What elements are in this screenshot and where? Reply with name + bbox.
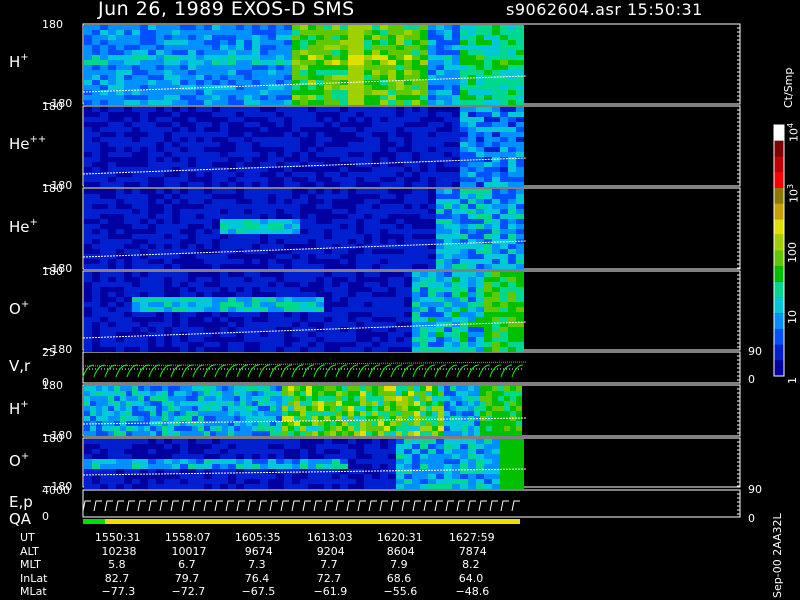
ephem-cell: 10017 bbox=[171, 544, 207, 558]
ephem-cell: 1613:03 bbox=[306, 531, 353, 544]
colorbar-swatch-0 bbox=[774, 360, 784, 376]
ephem-cell: 72.7 bbox=[316, 571, 342, 585]
colorbar-tick-0: 1 bbox=[786, 377, 799, 384]
panel-0-top-tick: 180 bbox=[42, 18, 63, 31]
ephem-cell: 7874 bbox=[458, 544, 487, 558]
ephem-cell: 7.9 bbox=[390, 558, 408, 571]
ephem-cell: 1627:59 bbox=[448, 531, 495, 544]
panel-6-label: O+ bbox=[9, 450, 30, 470]
colorbar-tick-2: 100 bbox=[786, 242, 799, 264]
panel-3-top-tick: 180 bbox=[42, 265, 63, 278]
ep-right-top: 90 bbox=[748, 483, 762, 496]
spectrogram-plot bbox=[82, 23, 785, 524]
panel-1-label: He++ bbox=[9, 134, 47, 153]
panel-7-label: E,p bbox=[9, 492, 33, 511]
colorbar-tick-4: 104 bbox=[786, 122, 800, 143]
panel-7-bottom-tick: 0 bbox=[42, 510, 49, 523]
ephem-label-inlat: InLat bbox=[20, 571, 48, 585]
colorbar-swatch-10 bbox=[774, 203, 784, 220]
panel-0-label: H+ bbox=[9, 52, 29, 71]
colorbar-swatch-8 bbox=[774, 234, 784, 251]
panel-1-top-tick: 180 bbox=[42, 100, 63, 113]
panel-2-label: He+ bbox=[9, 216, 38, 236]
ephem-cell: 5.8 bbox=[108, 558, 126, 571]
colorbar-swatch-3 bbox=[774, 313, 784, 329]
panel-7-top-tick: 4000 bbox=[42, 484, 70, 497]
colorbar-swatch-12 bbox=[774, 172, 784, 188]
ephem-cell: 10238 bbox=[101, 544, 137, 558]
colorbar-swatch-14 bbox=[774, 140, 784, 157]
ephem-cell: −72.7 bbox=[171, 585, 206, 598]
spectrogram-1 bbox=[84, 107, 524, 187]
ephem-cell: −67.5 bbox=[241, 585, 276, 598]
ephem-label-alt: ALT bbox=[20, 544, 39, 558]
colorbar-swatch-7 bbox=[774, 250, 784, 267]
ephem-label-mlat: MLat bbox=[20, 585, 47, 598]
ephem-cell: 1550:31 bbox=[94, 531, 141, 544]
colorbar-swatch-15 bbox=[774, 125, 784, 141]
colorbar-swatch-13 bbox=[774, 156, 784, 173]
ephem-cell: 76.4 bbox=[244, 571, 270, 585]
ephem-cell: −61.9 bbox=[313, 585, 348, 598]
ephem-cell: −48.6 bbox=[455, 585, 490, 598]
vr-right-top: 90 bbox=[748, 345, 762, 358]
ephem-cell: 79.7 bbox=[174, 571, 200, 585]
qa-bar-warn bbox=[105, 519, 520, 524]
ephem-cell: 64.0 bbox=[458, 571, 484, 585]
panel-6-top-tick: 180 bbox=[42, 432, 63, 445]
spectrogram-2 bbox=[84, 189, 524, 269]
qa-label: QA bbox=[9, 510, 32, 528]
panel-5-top-tick: 180 bbox=[42, 379, 63, 392]
colorbar-unit: Ct/Smp bbox=[782, 67, 795, 108]
footer-note: Sep-00 2AA32L bbox=[771, 513, 784, 598]
colorbar-swatch-4 bbox=[774, 297, 784, 314]
ephem-label-ut: UT bbox=[20, 531, 35, 544]
ephem-label-mlt: MLT bbox=[20, 558, 41, 571]
colorbar-swatch-6 bbox=[774, 266, 784, 282]
spectrogram-0 bbox=[84, 25, 524, 105]
ephem-cell: 6.7 bbox=[178, 558, 196, 571]
ephem-cell: 8604 bbox=[386, 544, 415, 558]
vr-right-bottom: 0 bbox=[748, 373, 755, 386]
ep-right-bottom: 0 bbox=[748, 512, 755, 525]
ephem-cell: 82.7 bbox=[104, 571, 130, 585]
spectrogram-6 bbox=[84, 439, 524, 489]
ephem-cell: 8.2 bbox=[462, 558, 480, 571]
spectrogram-3 bbox=[84, 272, 524, 352]
ephem-cell: 7.7 bbox=[320, 558, 338, 571]
ephem-cell: 9204 bbox=[316, 544, 345, 558]
ephem-cell: 9674 bbox=[244, 544, 273, 558]
spectrogram-5 bbox=[84, 386, 522, 436]
ephem-cell: 1605:35 bbox=[234, 531, 281, 544]
colorbar-swatch-5 bbox=[774, 281, 784, 298]
panel-2-top-tick: 180 bbox=[42, 182, 63, 195]
panel-frame-7 bbox=[82, 489, 741, 518]
colorbar-swatch-2 bbox=[774, 328, 784, 345]
qa-bar-good bbox=[83, 519, 105, 524]
panel-4-label: V,r bbox=[9, 356, 31, 375]
ephem-cell: 68.6 bbox=[386, 571, 412, 585]
colorbar-swatch-1 bbox=[774, 344, 784, 361]
ephem-cell: 1620:31 bbox=[376, 531, 423, 544]
ephem-cell: −77.3 bbox=[101, 585, 136, 598]
colorbar-swatch-9 bbox=[774, 219, 784, 235]
plot-title: Jun 26, 1989 EXOS-D SMS bbox=[98, 0, 355, 20]
panel-frame-4 bbox=[82, 351, 741, 384]
panel-5-label: H+ bbox=[9, 398, 29, 418]
panel-4-top-tick: 25 bbox=[42, 346, 56, 359]
colorbar-swatch-11 bbox=[774, 187, 784, 204]
colorbar-tick-3: 103 bbox=[786, 183, 800, 203]
ephem-cell: −55.6 bbox=[383, 585, 418, 598]
colorbar-tick-1: 10 bbox=[786, 309, 799, 324]
panel-3-label: O+ bbox=[9, 298, 30, 318]
file-time-label: s9062604.asr 15:50:31 bbox=[506, 0, 703, 19]
ephem-cell: 7.3 bbox=[248, 558, 266, 571]
ephem-cell: 1558:07 bbox=[164, 531, 211, 544]
